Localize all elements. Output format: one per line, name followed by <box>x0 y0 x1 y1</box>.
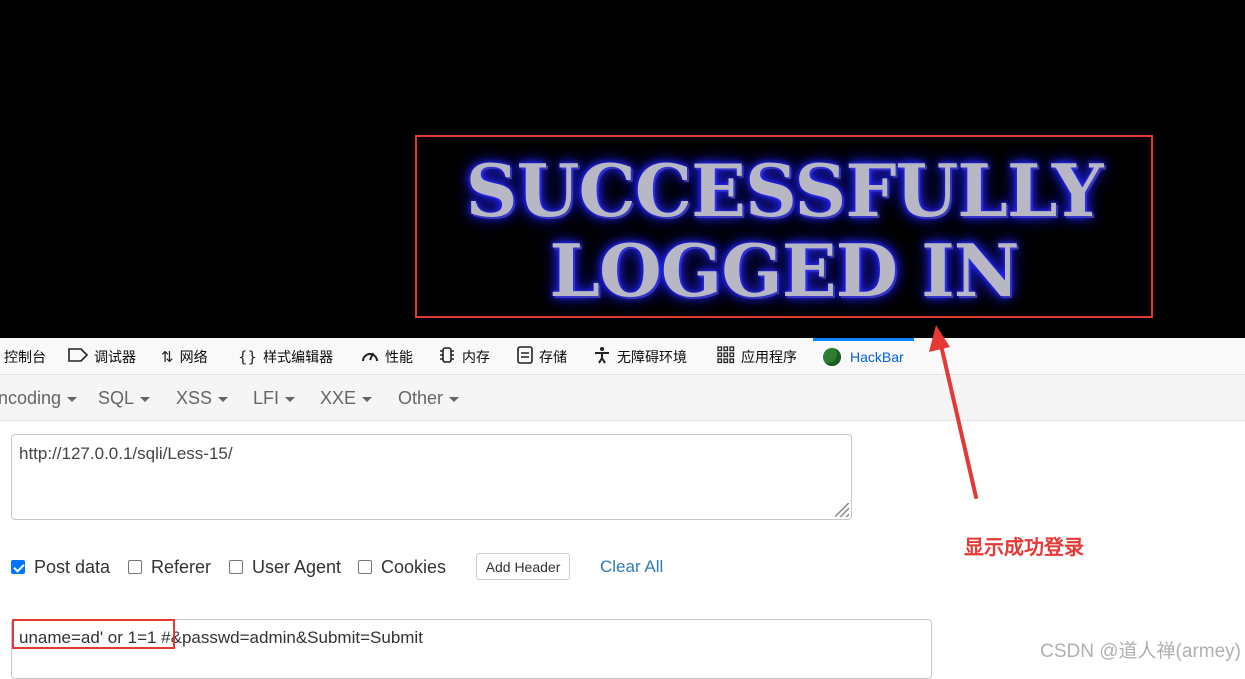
option-referer-label: Referer <box>151 556 212 577</box>
tab-storage-label: 存储 <box>539 348 567 365</box>
menu-sql[interactable]: SQL <box>98 375 151 421</box>
tab-memory[interactable]: 内存 <box>438 338 490 375</box>
user-agent-checkbox[interactable] <box>229 560 243 574</box>
chevron-down-icon <box>218 396 229 402</box>
tab-debugger[interactable]: 调试器 <box>68 338 136 375</box>
tab-style-editor-label: 样式编辑器 <box>263 348 334 365</box>
menu-xss[interactable]: XSS <box>176 375 229 421</box>
url-input[interactable]: http://127.0.0.1/sqli/Less-15/ <box>11 434 852 520</box>
menu-sql-label: SQL <box>98 387 135 408</box>
referer-checkbox[interactable] <box>128 560 142 574</box>
resize-handle[interactable] <box>835 503 849 517</box>
tab-network[interactable]: ⇅ 网络 <box>161 338 208 375</box>
tab-application[interactable]: 应用程序 <box>717 338 797 375</box>
option-user-agent[interactable]: User Agent <box>229 555 341 579</box>
option-cookies[interactable]: Cookies <box>358 555 446 579</box>
chevron-down-icon <box>362 396 373 402</box>
tab-storage[interactable]: 存储 <box>517 338 567 375</box>
gauge-icon <box>361 347 379 367</box>
tab-network-label: 网络 <box>179 348 208 365</box>
hackbar-menu: ncoding SQL XSS LFI XXE Other <box>0 375 1245 421</box>
option-post-data-label: Post data <box>34 556 111 577</box>
tab-application-label: 应用程序 <box>741 348 797 365</box>
option-post-data[interactable]: Post data <box>11 555 110 579</box>
hackbar-logo-icon <box>823 347 841 366</box>
menu-xxe[interactable]: XXE <box>320 375 373 421</box>
menu-other[interactable]: Other <box>398 375 460 421</box>
memory-chip-icon <box>438 346 456 368</box>
braces-icon: {} <box>238 347 258 366</box>
cookies-checkbox[interactable] <box>358 560 372 574</box>
devtools-tab-bar: 控制台 调试器 ⇅ 网络 {} 样式编辑器 性能 内存 存储 无障碍环境 应用程… <box>0 338 1245 375</box>
chevron-down-icon <box>449 396 460 402</box>
tab-style-editor[interactable]: {} 样式编辑器 <box>238 338 333 375</box>
menu-xss-label: XSS <box>176 387 213 408</box>
clear-all-link[interactable]: Clear All <box>600 555 663 579</box>
menu-encoding[interactable]: ncoding <box>0 375 78 421</box>
option-referer[interactable]: Referer <box>128 555 211 579</box>
tab-debugger-label: 调试器 <box>94 348 136 365</box>
success-banner-line2: LOGGED IN <box>549 228 1019 313</box>
menu-lfi[interactable]: LFI <box>253 375 296 421</box>
option-user-agent-label: User Agent <box>252 556 342 577</box>
menu-xxe-label: XXE <box>320 387 357 408</box>
menu-other-label: Other <box>398 387 444 408</box>
watermark: CSDN @道人禅(armey) <box>1040 641 1241 662</box>
menu-encoding-label: ncoding <box>0 387 62 408</box>
success-banner: SUCCESSFULLY LOGGED IN <box>417 151 1151 311</box>
tab-memory-label: 内存 <box>462 348 490 365</box>
tab-accessibility[interactable]: 无障碍环境 <box>593 338 687 375</box>
tab-hackbar-label: HackBar <box>850 348 904 365</box>
url-input-value: http://127.0.0.1/sqli/Less-15/ <box>19 444 233 463</box>
chevron-down-icon <box>285 396 296 402</box>
page-viewport: SUCCESSFULLY LOGGED IN <box>0 0 1245 338</box>
menu-lfi-label: LFI <box>253 387 280 408</box>
grid-icon <box>717 345 735 368</box>
option-cookies-label: Cookies <box>381 556 447 577</box>
tab-console-label: 控制台 <box>4 348 46 365</box>
debugger-icon <box>68 347 89 366</box>
chevron-down-icon <box>67 396 78 402</box>
tab-console[interactable]: 控制台 <box>4 338 46 375</box>
post-data-checkbox[interactable] <box>11 560 25 574</box>
add-header-button[interactable]: Add Header <box>476 553 570 580</box>
chevron-down-icon <box>140 396 151 402</box>
payload-highlight-box <box>12 619 175 649</box>
annotation-note: 显示成功登录 <box>964 537 1084 559</box>
success-banner-line1: SUCCESSFULLY <box>465 148 1104 233</box>
tab-hackbar[interactable]: HackBar <box>813 338 914 375</box>
tab-accessibility-label: 无障碍环境 <box>617 348 687 365</box>
accessibility-icon <box>593 346 611 368</box>
tab-performance-label: 性能 <box>385 348 413 365</box>
storage-icon <box>517 345 533 368</box>
network-icon: ⇅ <box>161 347 174 366</box>
tab-performance[interactable]: 性能 <box>361 338 413 375</box>
success-highlight-box: SUCCESSFULLY LOGGED IN <box>415 135 1153 318</box>
